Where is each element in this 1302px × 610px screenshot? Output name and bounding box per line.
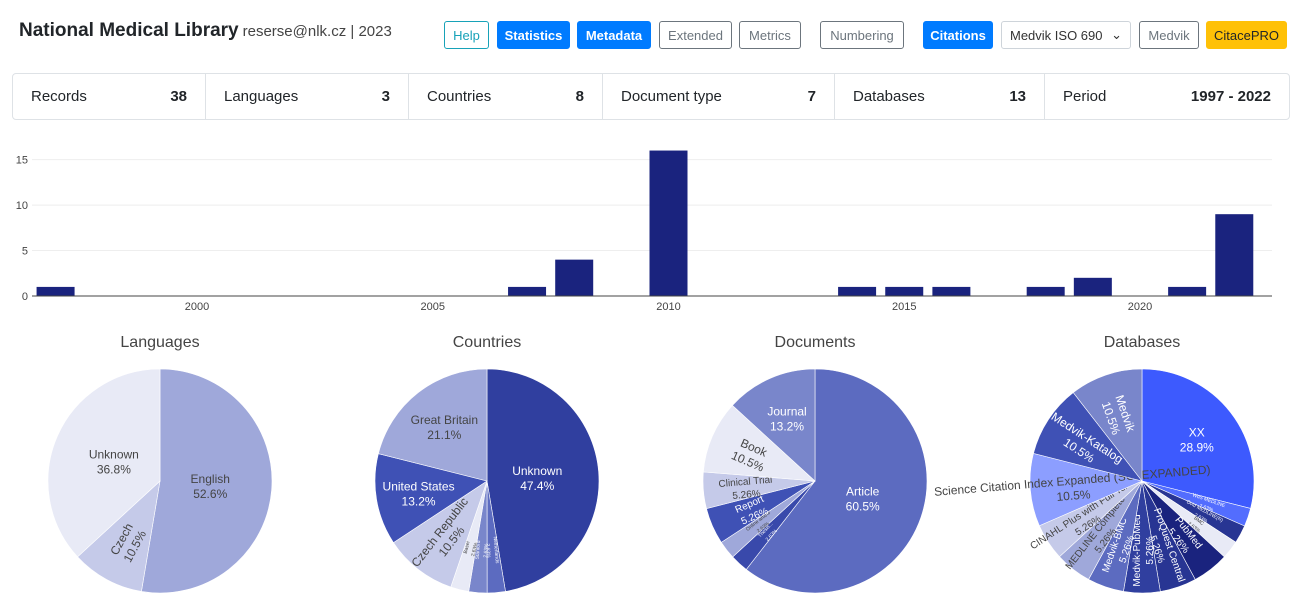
pie-title: Languages: [120, 334, 199, 351]
y-tick-label: 15: [16, 155, 28, 167]
bar-2021: [1168, 286, 1207, 296]
slice-name: XX: [1189, 425, 1205, 439]
slice-name: English: [191, 472, 230, 486]
slice-percent: 21.1%: [427, 428, 461, 442]
pie-title: Documents: [775, 334, 856, 351]
slice-name: Article: [846, 484, 880, 498]
slice-percent: 36.8%: [97, 463, 131, 477]
bar-2008: [555, 259, 594, 296]
slice-label: Article60.5%: [846, 484, 880, 513]
charts-canvas: 0 5 10 15 2000 2005 2010 2015 2020 Languages Engli…: [16, 150, 1272, 594]
slice-name: Unknown: [512, 464, 562, 478]
slice-name: Great Britain: [411, 413, 478, 427]
x-tick-label: 2020: [1128, 301, 1152, 313]
slice-percent: 60.5%: [846, 499, 880, 513]
pie-title: Countries: [453, 334, 521, 351]
slice-percent: 47.4%: [520, 479, 554, 493]
slice-name: Unknown: [89, 448, 139, 462]
x-tick-label: 2015: [892, 301, 916, 313]
slice-percent: 28.9%: [1180, 440, 1214, 454]
y-tick-label: 0: [22, 291, 28, 303]
slice-name: Journal: [767, 404, 806, 418]
slice-percent: 13.2%: [770, 419, 804, 433]
bar-1997: [36, 286, 75, 296]
bar-2007: [508, 286, 547, 296]
x-tick-label: 2010: [656, 301, 680, 313]
bar-2014: [838, 286, 877, 296]
bar-2019: [1073, 277, 1112, 296]
bar-2022: [1215, 214, 1254, 296]
slice-label: Journal13.2%: [767, 404, 806, 433]
bar-2010: [649, 150, 688, 296]
slice-percent: 2.63%: [483, 543, 490, 558]
slice-name: United States: [383, 480, 455, 494]
slice-percent: 5.26%: [1145, 536, 1156, 564]
x-tick-label: 2000: [185, 301, 209, 313]
y-tick-label: 10: [16, 200, 28, 212]
slice-label: English52.6%: [191, 472, 230, 501]
slice-percent: 52.6%: [193, 487, 227, 501]
x-tick-label: 2005: [421, 301, 445, 313]
bar-2018: [1026, 286, 1065, 296]
slice-percent: 13.2%: [402, 495, 436, 509]
y-tick-label: 5: [22, 246, 28, 258]
pie-title: Databases: [1104, 334, 1181, 351]
bar-2016: [932, 286, 971, 296]
slice-percent: 10.5%: [1056, 487, 1091, 504]
bar-2015: [885, 286, 924, 296]
